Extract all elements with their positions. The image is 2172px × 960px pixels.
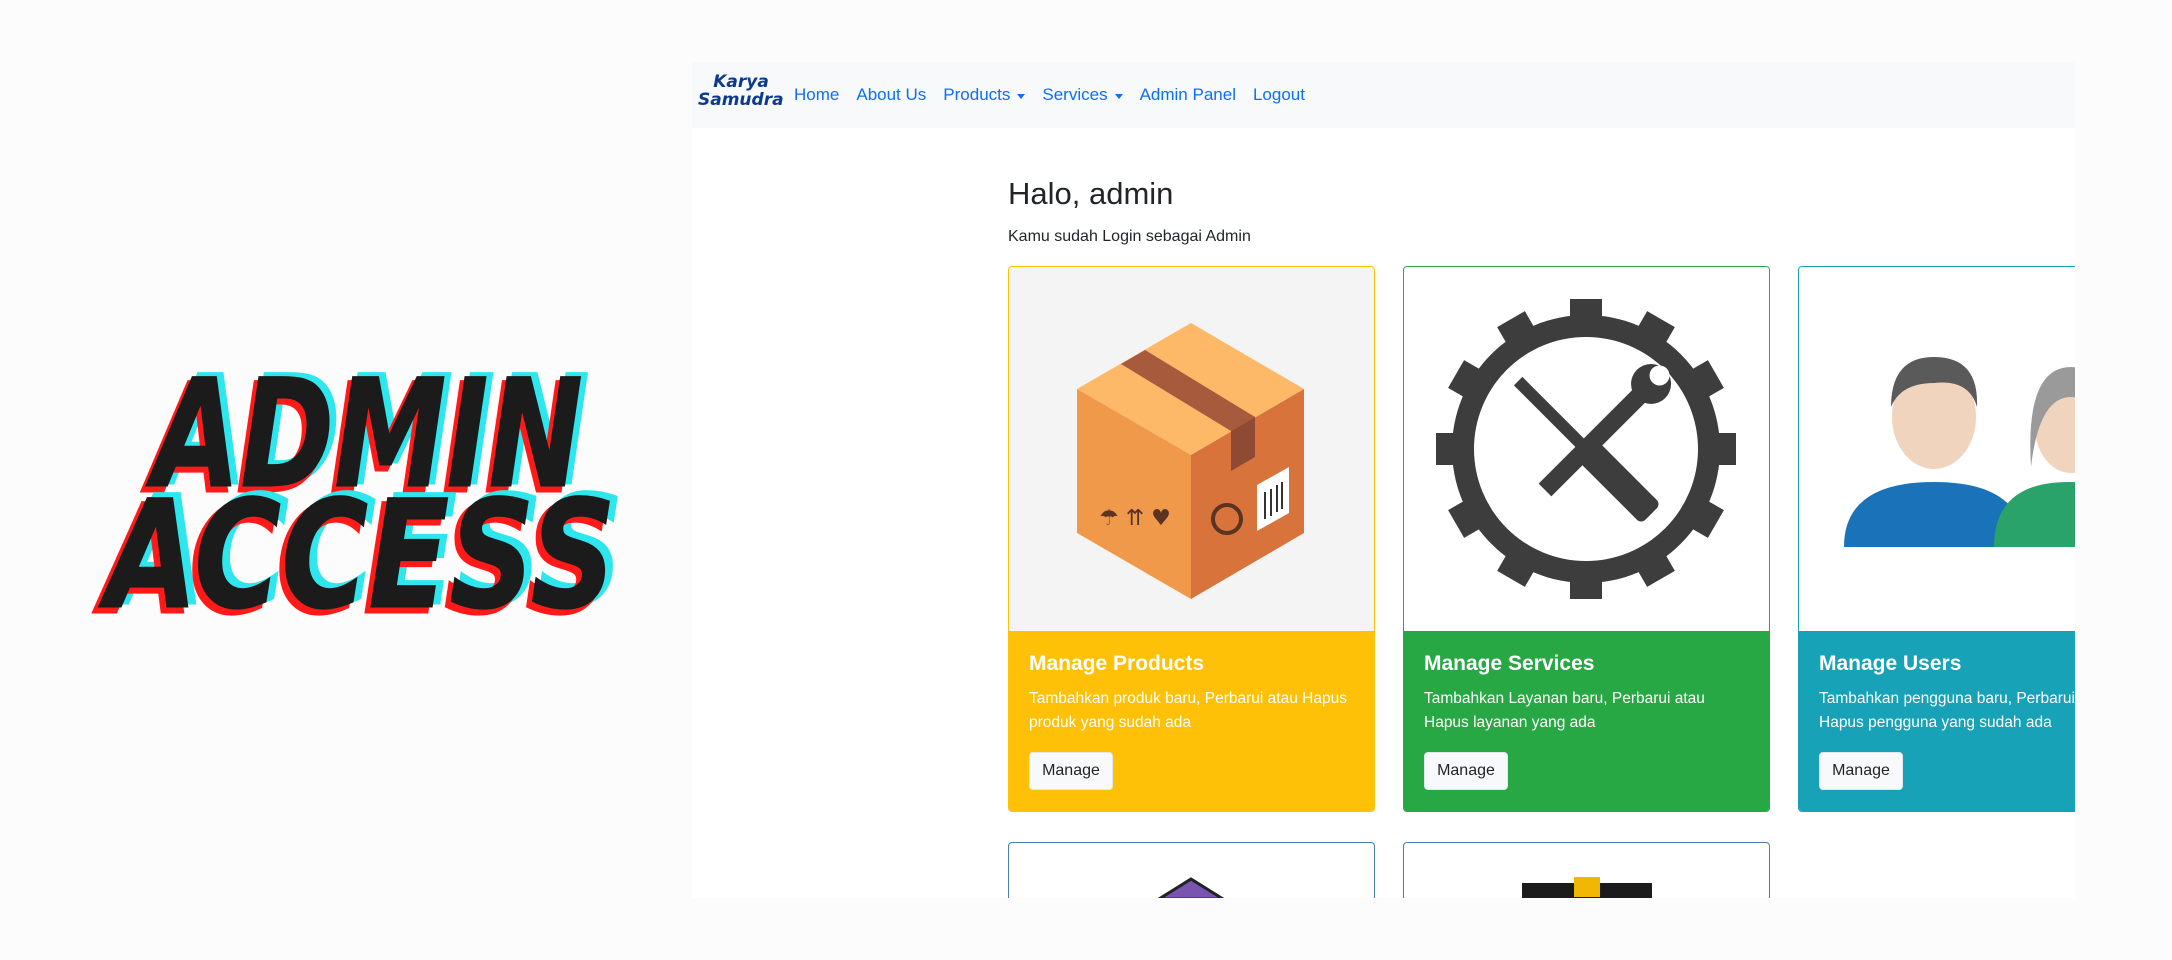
webpage-screenshot: Karya Samudra Home About Us Products Ser… xyxy=(692,0,2075,898)
admin-access-banner: ADMIN ADMIN ADMIN ACCESS ACCESS ACCESS xyxy=(0,0,690,960)
nav-services-dropdown[interactable]: Services xyxy=(1042,85,1123,105)
card-text-users: Tambahkan pengguna baru, Perbarui atau H… xyxy=(1819,690,2075,731)
nav-services-label: Services xyxy=(1042,85,1108,104)
banner-line-access: ACCESS xyxy=(98,469,616,643)
chevron-down-icon xyxy=(1017,93,1026,99)
nav-admin-panel[interactable]: Admin Panel xyxy=(1140,85,1236,105)
card-text-services: Tambahkan Layanan baru, Perbarui atau Ha… xyxy=(1424,690,1705,731)
page-title: Halo, admin xyxy=(1008,176,1174,211)
manage-products-button[interactable]: Manage xyxy=(1029,752,1113,790)
page-subtitle: Kamu sudah Login sebagai Admin xyxy=(1008,228,1251,245)
manage-users-button[interactable]: Manage xyxy=(1819,752,1903,790)
nav-about-us[interactable]: About Us xyxy=(856,85,926,105)
nav-products-label: Products xyxy=(943,85,1011,104)
card-title-users: Manage Users xyxy=(1819,652,1962,675)
stack-icon xyxy=(1522,877,1652,898)
card-title-services: Manage Services xyxy=(1424,652,1595,675)
nav-products-dropdown[interactable]: Products xyxy=(943,85,1026,105)
svg-text:☂ ⇈ ♥: ☂ ⇈ ♥ xyxy=(1099,506,1171,531)
manage-services-button[interactable]: Manage xyxy=(1424,752,1508,790)
card-row2-left xyxy=(1008,842,1375,898)
card-manage-services: Manage Services Tambahkan Layanan baru, … xyxy=(1403,266,1770,812)
gear-tools-icon xyxy=(1404,267,1769,631)
admin-access-graphic: ADMIN ADMIN ADMIN ACCESS ACCESS ACCESS xyxy=(92,344,625,650)
brand-line-2: Samudra xyxy=(698,90,784,110)
card-text-products: Tambahkan produk baru, Perbarui atau Hap… xyxy=(1029,690,1347,731)
navbar: Karya Samudra Home About Us Products Ser… xyxy=(692,62,2075,128)
category-icon xyxy=(1157,877,1225,898)
card-row2-right xyxy=(1403,842,1770,898)
package-box-icon: ☂ ⇈ ♥ xyxy=(1009,267,1374,631)
chevron-down-icon xyxy=(1114,93,1123,99)
nav-links: Home About Us Products Services Admin Pa… xyxy=(794,85,1322,105)
users-icon xyxy=(1799,267,2075,631)
card-manage-users: Manage Users Tambahkan pengguna baru, Pe… xyxy=(1798,266,2075,812)
card-title-products: Manage Products xyxy=(1029,652,1205,675)
nav-logout[interactable]: Logout xyxy=(1253,85,1305,105)
brand-line-1: Karya xyxy=(713,72,769,92)
card-manage-products: ☂ ⇈ ♥ Manage Products Tambahkan produk b… xyxy=(1008,266,1375,812)
brand-logo[interactable]: Karya Samudra xyxy=(698,72,784,117)
nav-home[interactable]: Home xyxy=(794,85,839,105)
